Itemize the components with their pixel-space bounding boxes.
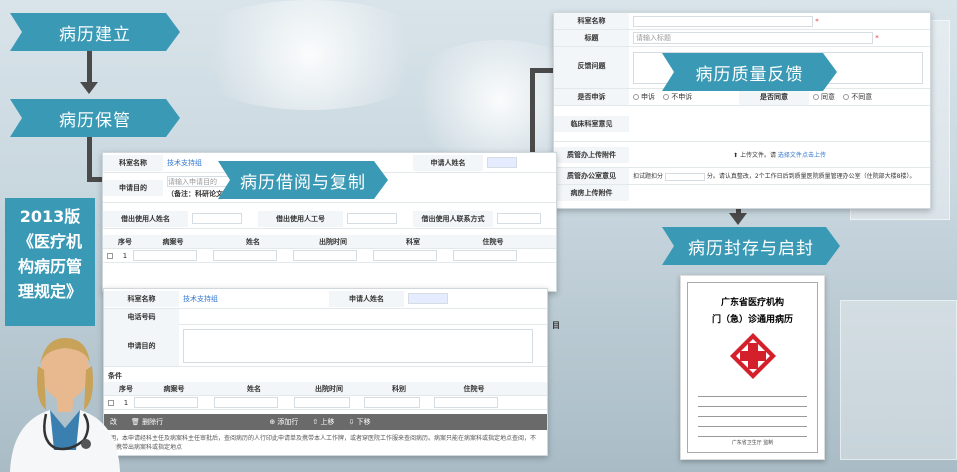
grid-header: 序号 (118, 237, 132, 246)
grid-header: 科室 (406, 237, 420, 246)
table-row[interactable]: 1 (104, 396, 547, 410)
regulation-title: 2013版 《医疗机 构病历管 理规定》 (5, 198, 95, 326)
flow-arrowhead (729, 213, 747, 225)
ceiling-lamp (180, 0, 440, 110)
dept-select[interactable]: 技术支持组 (183, 295, 218, 303)
user-id-input[interactable] (347, 213, 397, 224)
applicant-input[interactable] (487, 157, 517, 168)
attach-label: 质管办上传附件 (554, 146, 629, 163)
red-cross-icon (729, 333, 776, 379)
section-title: 条件 (108, 372, 122, 380)
copy-form: 科室名称 技术支持组 申请人姓名 电话号码 申请目的 条件 序号 病案号 姓名 … (103, 288, 548, 456)
applicant-label: 申请人姓名 (329, 290, 404, 307)
purpose-label: 申请目的 (103, 179, 163, 196)
clinical-opinion-value (629, 121, 930, 127)
dept-label: 科室名称 (103, 154, 163, 171)
dept-label: 科室名称 (554, 13, 629, 29)
dept-input[interactable] (633, 15, 813, 27)
upload-icon: ⬆ (733, 152, 739, 159)
quality-feedback-form: 科室名称 * 标题 请输入标题 * 反馈问题 是否申诉 申诉 不申诉 是否同意 … (553, 12, 931, 209)
appeal-yes-radio[interactable]: 申诉 (633, 93, 655, 101)
appeal-label: 是否申诉 (554, 89, 629, 105)
purpose-textarea[interactable] (183, 328, 533, 363)
content-label: 反馈问题 (554, 47, 629, 88)
plus-icon: ⊕ (269, 418, 276, 426)
trash-icon: 🗑 (131, 418, 140, 426)
row-checkbox[interactable] (107, 252, 113, 259)
doc-org: 广东省医疗机构 (720, 298, 784, 308)
choose-file-link[interactable]: 选择文件 (778, 152, 802, 159)
footer-note: 明，本申请经科主任及病案科主任审批后，查阅病历的人行印此申请单及携带本人工作牌，… (110, 435, 537, 451)
side-char: 目 (552, 321, 560, 330)
user-id-label: 借出使用人工号 (258, 210, 343, 227)
grid-header: 姓名 (247, 384, 261, 393)
agree-yes-radio[interactable]: 同意 (813, 93, 835, 101)
step-borrow: 病历借阅与复制 (218, 161, 388, 199)
agree-no-radio[interactable]: 不同意 (843, 93, 872, 101)
user-name-input[interactable] (192, 213, 242, 224)
flow-arrow (87, 50, 92, 84)
flow-arrowhead (80, 82, 98, 94)
grid-header: 病案号 (163, 384, 185, 393)
medical-record-document: 广东省医疗机构 门（急）诊通用病历 广东省卫生厅 监制 (680, 275, 825, 460)
move-down-button[interactable]: ⇩ 下移 (349, 417, 371, 427)
step-feedback: 病历质量反馈 (662, 53, 837, 91)
grid-header: 住院号 (463, 384, 485, 393)
score-input[interactable] (664, 172, 705, 181)
appeal-no-radio[interactable]: 不申诉 (663, 93, 692, 101)
dept-select[interactable]: 技术支持组 (167, 159, 202, 167)
arrow-down-icon: ⇩ (348, 418, 355, 426)
grid-header: 科别 (392, 384, 406, 393)
grid-header: 出院时间 (319, 237, 347, 246)
grid-header: 姓名 (246, 237, 260, 246)
step-seal: 病历封存与启封 (662, 227, 840, 265)
grid-toolbar: 改 🗑 删除行 ⊕ 添加行 ⇧ 上移 ⇩ 下移 (104, 414, 547, 430)
clinical-opinion-label: 临床科室意见 (554, 115, 629, 132)
agree-label: 是否同意 (739, 89, 809, 105)
grid-header: 出院时间 (315, 384, 343, 393)
title-label: 标题 (554, 30, 629, 46)
grid-header: 病案号 (162, 237, 184, 246)
doc-title: 门（急）诊通用病历 (711, 315, 793, 325)
applicant-label: 申请人姓名 (413, 154, 483, 171)
doc-footer: 广东省卫生厅 监制 (731, 440, 774, 446)
dept-label: 科室名称 (104, 290, 179, 307)
user-phone-label: 借出使用人联系方式 (413, 210, 493, 227)
step-create: 病历建立 (10, 13, 180, 51)
table-row[interactable]: 1 (103, 249, 556, 263)
ward-attach-label: 病房上传附件 (554, 184, 629, 201)
flow-arrow (87, 136, 92, 180)
background-window (840, 300, 957, 460)
office-opinion-label: 质管办公室意见 (554, 168, 629, 184)
doc-fields (698, 391, 807, 437)
step-keep: 病历保管 (10, 99, 180, 137)
add-row-button[interactable]: ⊕ 添加行 (269, 417, 298, 427)
grid-header: 住院号 (482, 237, 504, 246)
user-phone-input[interactable] (497, 213, 541, 224)
delete-row-button[interactable]: 🗑 删除行 (131, 417, 163, 427)
doctor-illustration (10, 338, 120, 472)
arrow-up-icon: ⇧ (312, 418, 319, 426)
title-input[interactable]: 请输入标题 (633, 32, 873, 44)
applicant-input[interactable] (408, 293, 448, 304)
phone-label: 电话号码 (104, 308, 179, 325)
move-up-button[interactable]: ⇧ 上移 (312, 417, 334, 427)
user-name-label: 借出使用人姓名 (103, 210, 188, 227)
